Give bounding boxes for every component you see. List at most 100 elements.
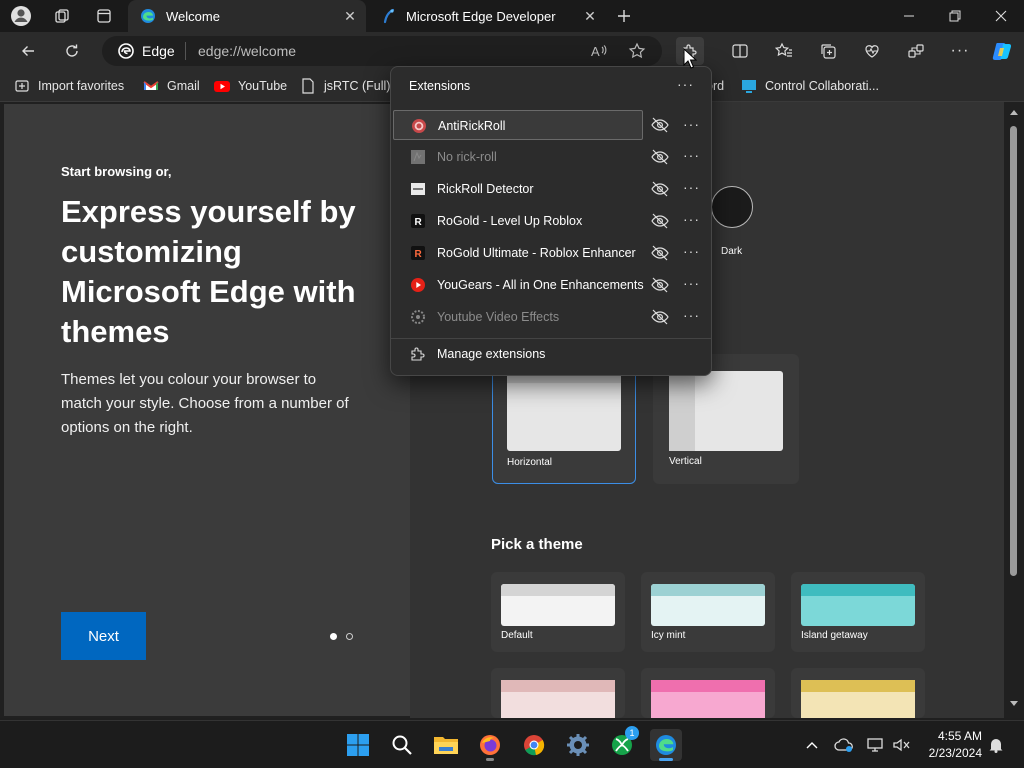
extension-item-rickroll-detector[interactable]: RickRoll Detector ··· [393, 174, 709, 204]
hide-from-toolbar-icon[interactable] [651, 277, 669, 293]
extension-item-rogold-ultimate[interactable]: R RoGold Ultimate - Roblox Enhancer ··· [393, 238, 709, 268]
fav-youtube[interactable]: YouTube [214, 77, 287, 95]
theme-card-partial[interactable] [791, 668, 925, 718]
collections-button[interactable] [814, 37, 842, 65]
restore-button[interactable] [932, 0, 978, 32]
extension-item-yougears[interactable]: YouGears - All in One Enhancements ··· [393, 270, 709, 300]
fav-label: Import favorites [38, 79, 125, 93]
refresh-button[interactable] [58, 37, 86, 65]
scrollbar-thumb[interactable] [1010, 126, 1017, 576]
fav-jsrtc[interactable]: jsRTC (Full) [300, 77, 390, 95]
start-button[interactable] [342, 729, 374, 761]
hide-from-toolbar-icon[interactable] [651, 309, 669, 325]
tab-edge-developer[interactable]: Microsoft Edge Developer ✕ [368, 0, 606, 32]
antirickroll-icon [412, 119, 426, 133]
browser-essentials-button[interactable] [858, 37, 886, 65]
extension-more-icon[interactable]: ··· [683, 116, 700, 132]
dark-mode-swatch[interactable] [711, 186, 753, 228]
manage-extensions-item[interactable]: Manage extensions [393, 339, 709, 369]
extension-item-no-rick-roll[interactable]: No rick-roll ··· [393, 142, 709, 172]
theme-icy-mint[interactable]: Icy mint [641, 572, 775, 652]
theme-island-getaway[interactable]: Island getaway [791, 572, 925, 652]
svg-text:R: R [415, 217, 423, 228]
carousel-dot-active[interactable] [330, 633, 337, 640]
extensions-title: Extensions [409, 79, 471, 93]
url-text[interactable]: edge://welcome [198, 43, 296, 59]
notifications-button[interactable] [984, 729, 1008, 761]
fav-import-favorites[interactable]: Import favorites [14, 77, 124, 95]
hide-from-toolbar-icon[interactable] [651, 245, 669, 261]
extension-more-icon[interactable]: ··· [683, 211, 700, 227]
extensions-more-icon[interactable]: ··· [677, 76, 694, 92]
youtube-icon [214, 81, 230, 92]
clock-date[interactable]: 2/23/2024 [914, 746, 982, 760]
hide-from-toolbar-icon[interactable] [651, 149, 669, 165]
file-explorer-button[interactable] [430, 729, 462, 761]
favorites-button[interactable] [770, 37, 798, 65]
page-scrollbar[interactable] [1004, 102, 1024, 718]
copilot-button[interactable] [988, 37, 1016, 65]
back-button[interactable] [14, 37, 42, 65]
settings-more-button[interactable]: ··· [946, 37, 974, 65]
theme-card-partial[interactable] [641, 668, 775, 718]
firefox-button[interactable] [474, 729, 506, 761]
fav-control-collaboration[interactable]: Control Collaborati... [741, 77, 879, 95]
back-arrow-icon [22, 46, 34, 56]
extension-name: AntiRickRoll [438, 119, 506, 133]
show-hidden-icons-button[interactable] [798, 729, 826, 761]
address-bar[interactable]: Edge edge://welcome A [102, 36, 662, 66]
close-icon[interactable]: ✕ [342, 8, 358, 24]
tab-label: Welcome [166, 8, 220, 24]
extension-item-youtube-video-effects[interactable]: Youtube Video Effects ··· [393, 302, 709, 332]
onedrive-status-button[interactable] [830, 729, 858, 761]
layout-preview [669, 371, 783, 451]
layout-label: Horizontal [507, 457, 553, 468]
extension-more-icon[interactable]: ··· [683, 275, 700, 291]
dark-mode-label: Dark [721, 246, 743, 257]
tab-welcome[interactable]: Welcome ✕ [128, 0, 366, 32]
favorites-list-icon [775, 42, 792, 57]
workspaces-icon[interactable] [50, 4, 74, 28]
close-window-button[interactable] [978, 0, 1024, 32]
fav-gmail[interactable]: Gmail [143, 77, 200, 95]
edge-taskbar-button[interactable] [650, 729, 682, 761]
workspaces-share-button[interactable] [902, 37, 930, 65]
settings-button[interactable] [562, 729, 594, 761]
notification-badge: 1 [625, 726, 639, 740]
extension-item-antirickroll[interactable]: AntiRickRoll [393, 110, 643, 140]
tab-actions-icon[interactable] [92, 4, 116, 28]
close-icon[interactable]: ✕ [582, 8, 598, 24]
carousel-dot[interactable] [346, 633, 353, 640]
hide-from-toolbar-icon[interactable] [651, 117, 669, 133]
read-aloud-icon[interactable]: A [590, 42, 608, 60]
active-indicator [659, 758, 673, 761]
theme-card-partial[interactable] [491, 668, 625, 718]
chevron-up-icon [806, 742, 818, 749]
minimize-button[interactable] [886, 0, 932, 32]
profile-avatar[interactable] [9, 4, 33, 28]
hide-from-toolbar-icon[interactable] [651, 181, 669, 197]
hide-from-toolbar-icon[interactable] [651, 213, 669, 229]
volume-button[interactable] [888, 729, 916, 761]
split-screen-button[interactable] [726, 37, 754, 65]
theme-default[interactable]: Default [491, 572, 625, 652]
xbox-button[interactable]: 1 [606, 726, 639, 761]
collections-icon [821, 44, 836, 59]
extension-more-icon[interactable]: ··· [683, 147, 700, 163]
scroll-down-icon [1010, 701, 1018, 706]
extension-name: YouGears - All in One Enhancements [437, 278, 644, 292]
chrome-button[interactable] [518, 729, 550, 761]
extension-more-icon[interactable]: ··· [683, 243, 700, 259]
next-button[interactable]: Next [61, 612, 146, 660]
extension-name: RoGold Ultimate - Roblox Enhancer [437, 246, 636, 260]
edge-dev-icon [383, 8, 395, 24]
new-tab-button[interactable] [612, 4, 636, 28]
extension-item-rogold[interactable]: R RoGold - Level Up Roblox ··· [393, 206, 709, 236]
clock-time[interactable]: 4:55 AM [922, 729, 982, 743]
search-button[interactable] [386, 729, 418, 761]
extension-more-icon[interactable]: ··· [683, 179, 700, 195]
network-button[interactable] [862, 729, 890, 761]
address-divider [185, 42, 186, 60]
favorite-star-icon[interactable] [628, 42, 646, 60]
extension-more-icon[interactable]: ··· [683, 307, 700, 323]
